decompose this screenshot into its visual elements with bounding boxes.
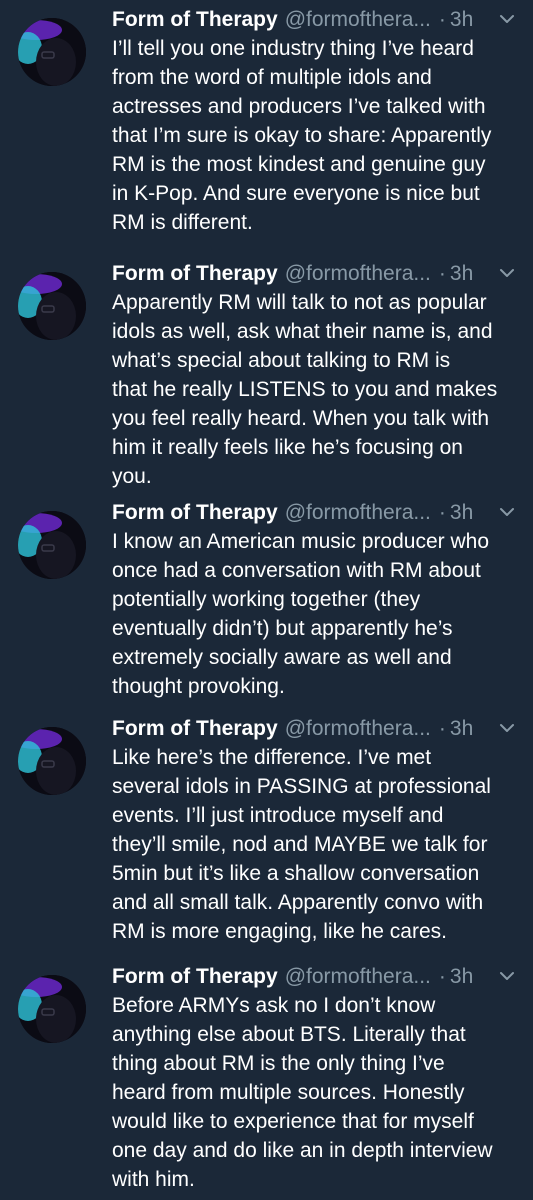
tweet-text-line: what’s special about talking to RM is xyxy=(112,349,451,372)
avatar-icon xyxy=(18,511,86,579)
avatar[interactable] xyxy=(18,727,86,795)
tweet-text-line: events. I’ll just introduce myself and xyxy=(112,804,444,827)
tweet-text-line: you feel really heard. When you talk wit… xyxy=(112,407,490,430)
tweet-text-line: that he really LISTENS to you and makes xyxy=(112,378,498,401)
chevron-down-icon[interactable] xyxy=(498,12,516,26)
avatar-icon xyxy=(18,727,86,795)
author-handle[interactable]: @formofthera... xyxy=(285,717,431,741)
tweet-text-line: 5min but it’s like a shallow conversatio… xyxy=(112,862,480,885)
tweet-text-line: once had a conversation with RM about xyxy=(112,559,481,582)
tweet-text-line: thought provoking. xyxy=(112,675,285,698)
tweet-text-line: I know an American music producer who xyxy=(112,530,490,553)
chevron-down-icon[interactable] xyxy=(498,266,516,280)
chevron-down-icon[interactable] xyxy=(498,969,516,983)
tweet-text: Like here’s the difference. I’ve met sev… xyxy=(112,743,527,946)
avatar[interactable] xyxy=(18,511,86,579)
tweet-header: Form of Therapy @formofthera... · 3h xyxy=(112,497,522,529)
separator-dot: · xyxy=(438,8,446,31)
tweet-text: I know an American music producer who on… xyxy=(112,527,527,701)
avatar[interactable] xyxy=(18,272,86,340)
tweet-text-line: eventually didn’t) but apparently he’s xyxy=(112,617,453,640)
tweet-text-line: thing about RM is the only thing I’ve xyxy=(112,1052,445,1075)
tweet-text-line: anything else about BTS. Literally that xyxy=(112,1023,466,1046)
timestamp[interactable]: 3h xyxy=(450,262,473,286)
tweet-text-line: him it really feels like he’s focusing o… xyxy=(112,436,463,459)
tweet-text-line: Apparently RM will talk to not as popula… xyxy=(112,291,487,314)
chevron-down-icon[interactable] xyxy=(498,721,516,735)
tweet-text-line: that I’m sure is okay to share: Apparent… xyxy=(112,124,492,147)
tweet-text-line: actresses and producers I’ve talked with xyxy=(112,95,486,118)
author-name[interactable]: Form of Therapy xyxy=(112,717,278,741)
avatar[interactable] xyxy=(18,975,86,1043)
timestamp[interactable]: 3h xyxy=(450,965,473,989)
avatar-icon xyxy=(18,975,86,1043)
author-handle[interactable]: @formofthera... xyxy=(285,965,431,989)
separator-dot: · xyxy=(438,965,446,988)
tweet-header: Form of Therapy @formofthera... · 3h xyxy=(112,4,522,36)
tweet-text-line: and all small talk. Apparently convo wit… xyxy=(112,891,484,914)
avatar[interactable] xyxy=(18,18,86,86)
avatar-icon xyxy=(18,18,86,86)
tweet-text-line: you. xyxy=(112,465,152,488)
tweet-header: Form of Therapy @formofthera... · 3h xyxy=(112,258,522,290)
tweet-text-line: they’ll smile, nod and MAYBE we talk for xyxy=(112,833,488,856)
tweet-text: I’ll tell you one industry thing I’ve he… xyxy=(112,34,527,237)
tweet-text-line: with him. xyxy=(112,1168,195,1191)
author-name[interactable]: Form of Therapy xyxy=(112,262,278,286)
tweet-1[interactable]: Form of Therapy @formofthera... · 3h I’l… xyxy=(0,4,533,250)
timestamp[interactable]: 3h xyxy=(450,8,473,32)
tweet-text-line: would like to experience that for myself xyxy=(112,1110,474,1133)
timestamp[interactable]: 3h xyxy=(450,501,473,525)
tweet-2[interactable]: Form of Therapy @formofthera... · 3h App… xyxy=(0,258,533,498)
chevron-down-icon[interactable] xyxy=(498,505,516,519)
author-name[interactable]: Form of Therapy xyxy=(112,8,278,32)
separator-dot: · xyxy=(438,501,446,524)
avatar-icon xyxy=(18,272,86,340)
tweet-text-line: RM is different. xyxy=(112,211,253,234)
timestamp[interactable]: 3h xyxy=(450,717,473,741)
tweet-text-line: several idols in PASSING at professional xyxy=(112,775,491,798)
tweet-text-line: one day and do like an in depth intervie… xyxy=(112,1139,493,1162)
tweet-header: Form of Therapy @formofthera... · 3h xyxy=(112,713,522,745)
tweet-header: Form of Therapy @formofthera... · 3h xyxy=(112,961,522,993)
tweet-thread: Form of Therapy @formofthera... · 3h I’l… xyxy=(0,0,533,1200)
separator-dot: · xyxy=(438,262,446,285)
tweet-text-line: RM is the most kindest and genuine guy xyxy=(112,153,486,176)
author-handle[interactable]: @formofthera... xyxy=(285,8,431,32)
tweet-text-line: idols as well, ask what their name is, a… xyxy=(112,320,493,343)
tweet-5[interactable]: Form of Therapy @formofthera... · 3h Bef… xyxy=(0,961,533,1200)
tweet-text-line: Like here’s the difference. I’ve met xyxy=(112,746,432,769)
tweet-4[interactable]: Form of Therapy @formofthera... · 3h Lik… xyxy=(0,713,533,953)
separator-dot: · xyxy=(438,717,446,740)
author-handle[interactable]: @formofthera... xyxy=(285,262,431,286)
tweet-text: Apparently RM will talk to not as popula… xyxy=(112,288,527,491)
tweet-text-line: potentially working together (they xyxy=(112,588,421,611)
tweet-text-line: RM is more engaging, like he cares. xyxy=(112,920,447,943)
tweet-text-line: heard from multiple sources. Honestly xyxy=(112,1081,465,1104)
tweet-text: Before ARMYs ask no I don’t know anythin… xyxy=(112,991,527,1194)
author-name[interactable]: Form of Therapy xyxy=(112,965,278,989)
author-name[interactable]: Form of Therapy xyxy=(112,501,278,525)
tweet-text-line: in K-Pop. And sure everyone is nice but xyxy=(112,182,480,205)
tweet-text-line: from the word of multiple idols and xyxy=(112,66,432,89)
tweet-text-line: Before ARMYs ask no I don’t know xyxy=(112,994,436,1017)
tweet-3[interactable]: Form of Therapy @formofthera... · 3h I k… xyxy=(0,497,533,707)
tweet-text-line: extremely socially aware as well and xyxy=(112,646,452,669)
tweet-text-line: I’ll tell you one industry thing I’ve he… xyxy=(112,37,474,60)
author-handle[interactable]: @formofthera... xyxy=(285,501,431,525)
